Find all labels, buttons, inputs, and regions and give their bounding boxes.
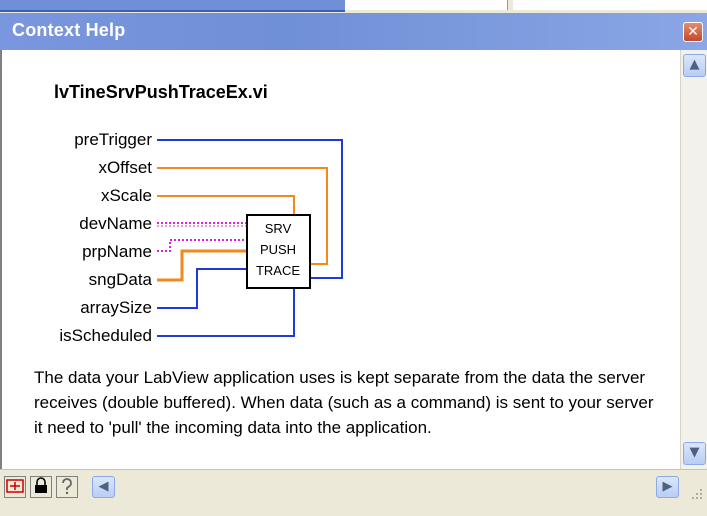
- window-title: Context Help: [12, 20, 126, 40]
- connector-diagram: SRV PUSH TRACE: [157, 139, 343, 337]
- chevron-up-icon: ▲: [689, 57, 700, 72]
- background-field: [345, 0, 508, 10]
- show-simple-help-button[interactable]: [4, 476, 26, 498]
- chevron-right-icon: ▶: [662, 479, 673, 494]
- help-content: lvTineSrvPushTraceEx.vi preTrigger xOffs…: [0, 50, 680, 469]
- wire-sngdata: [157, 249, 247, 282]
- scroll-down-button[interactable]: ▼: [683, 442, 706, 465]
- hierarchy-icon: [6, 479, 24, 493]
- help-description: The data your LabView application uses i…: [34, 368, 654, 437]
- context-help-window: Context Help ✕ lvTineSrvPushTraceEx.vi p…: [0, 13, 707, 516]
- resize-grip-icon[interactable]: [689, 488, 703, 502]
- wire-prpname: [157, 239, 247, 252]
- node-text-srv: SRV: [265, 221, 292, 236]
- lock-help-button[interactable]: [30, 476, 52, 498]
- background-field: [513, 0, 707, 10]
- question-icon: [62, 478, 72, 495]
- wire-xscale: [157, 195, 295, 215]
- background-titlebar: [0, 0, 345, 12]
- scroll-right-button[interactable]: ▶: [656, 476, 679, 498]
- title-bar[interactable]: Context Help ✕: [0, 13, 707, 50]
- wire-arraysize: [157, 268, 247, 309]
- close-icon: ✕: [687, 24, 699, 40]
- detailed-help-button[interactable]: [56, 476, 78, 498]
- wire-isscheduled: [157, 288, 295, 337]
- close-button[interactable]: ✕: [683, 22, 703, 42]
- node-text-trace: TRACE: [256, 263, 300, 278]
- vertical-scrollbar[interactable]: ▲ ▼: [680, 50, 707, 469]
- chevron-down-icon: ▼: [689, 445, 700, 460]
- chevron-left-icon: ◀: [98, 479, 109, 494]
- help-toolbar: ◀ ▶: [0, 469, 707, 516]
- scroll-left-button[interactable]: ◀: [92, 476, 115, 498]
- scroll-up-button[interactable]: ▲: [683, 54, 706, 77]
- lock-icon: [35, 477, 47, 493]
- node-text-push: PUSH: [260, 242, 296, 257]
